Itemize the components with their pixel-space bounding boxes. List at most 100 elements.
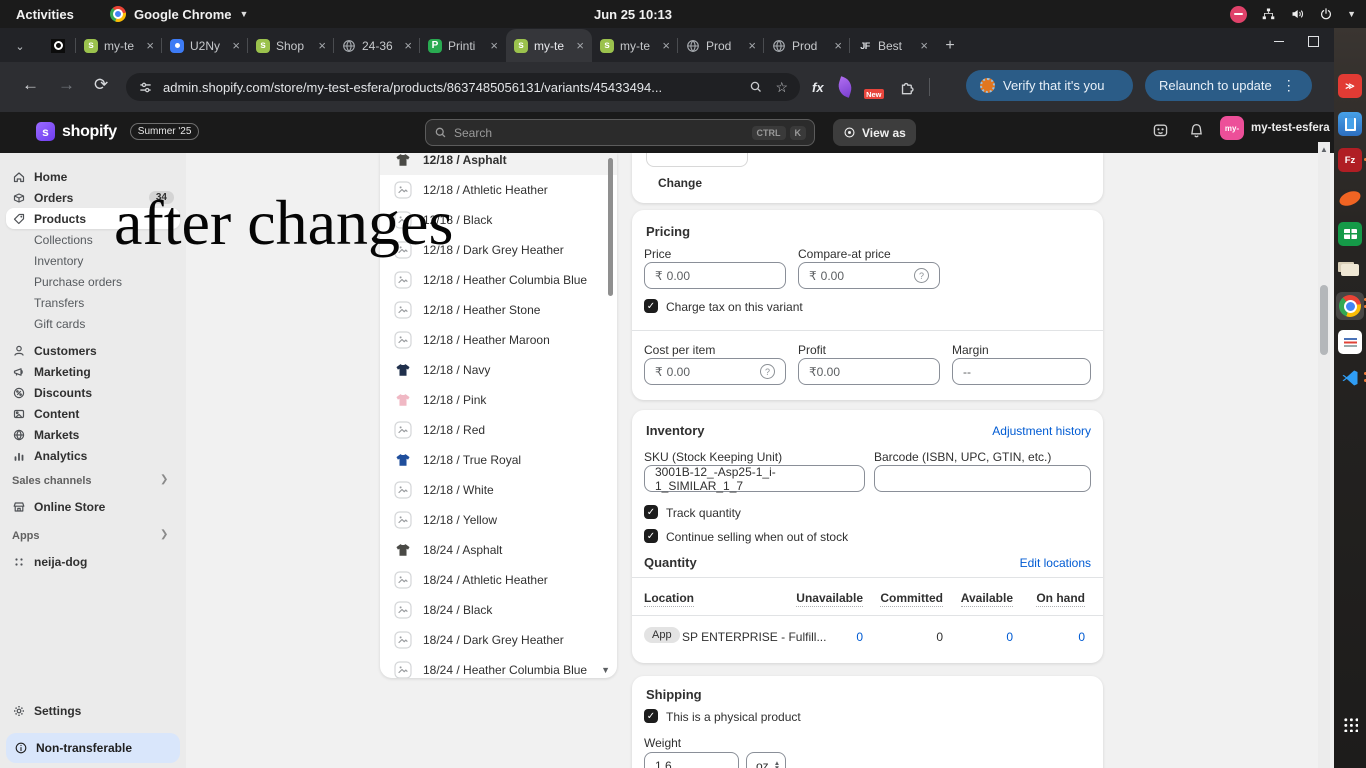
scroll-down-icon[interactable]: ▼ [601,665,610,675]
variant-row[interactable]: 12/18 / Heather Maroon [380,325,617,355]
charge-tax-checkbox[interactable]: ✓ [644,299,658,313]
tab-close-icon[interactable]: × [232,38,240,53]
adjustment-history-link[interactable]: Adjustment history [992,424,1091,438]
browser-tab-my-te[interactable]: smy-te× [506,29,592,62]
back-button[interactable]: ← [22,75,39,95]
orange-app-dock-icon[interactable] [1338,186,1362,210]
variant-row[interactable]: 12/18 / Yellow [380,505,617,535]
feather-extension-icon[interactable] [835,76,854,97]
browser-tab-my-te[interactable]: smy-te× [592,29,678,62]
sidebar-item-content[interactable]: Content [6,403,180,424]
sidebar-item-gift-cards[interactable]: Gift cards [6,313,180,334]
view-as-button[interactable]: View as [833,119,916,146]
sidebar-item-customers[interactable]: Customers [6,340,180,361]
tab-close-icon[interactable]: × [146,38,154,53]
sidebar-item-home[interactable]: Home [6,166,180,187]
writer-dock-icon[interactable] [1338,112,1362,136]
browser-tab-prod[interactable]: Prod× [678,29,764,62]
files-dock-icon[interactable] [1338,258,1362,282]
sidebar-item-transfers[interactable]: Transfers [6,292,180,313]
sidebar-item-settings[interactable]: Settings [6,700,180,721]
system-tray[interactable]: ▼ [1230,6,1356,23]
variant-row[interactable]: 12/18 / Pink [380,385,617,415]
browser-tab-24-36[interactable]: 24-36× [334,29,420,62]
sidebar-item-analytics[interactable]: Analytics [6,445,180,466]
variant-row[interactable]: 18/24 / Dark Grey Heather [380,625,617,655]
physical-product-checkbox[interactable]: ✓ [644,709,658,723]
change-image-button[interactable]: Change [658,176,702,190]
minimize-button[interactable] [1274,41,1284,42]
sales-channels-header[interactable]: Sales channels [12,475,92,487]
store-name[interactable]: my-test-esfera [1251,122,1330,134]
sidebar-item-neija-dog[interactable]: neija-dog [6,551,180,572]
activities-button[interactable]: Activities [16,7,74,22]
tab-close-icon[interactable]: × [576,38,584,53]
restore-button[interactable] [1308,36,1319,47]
help-icon[interactable]: ? [760,364,775,379]
tab-close-icon[interactable]: × [404,38,412,53]
unavailable-value[interactable]: 0 [787,630,863,644]
sidebar-item-markets[interactable]: Markets [6,424,180,445]
tab-close-icon[interactable]: × [318,38,326,53]
browser-tab-pinned[interactable] [40,29,76,62]
chevron-right-icon[interactable]: ❯ [160,474,168,485]
continue-selling-checkbox[interactable]: ✓ [644,529,658,543]
sidebar-item-discounts[interactable]: Discounts [6,382,180,403]
tab-close-icon[interactable]: × [920,38,928,53]
tab-search-button[interactable]: ⌄ [10,36,30,56]
page-scrollbar[interactable]: ▲ [1318,142,1330,768]
red-app-dock-icon[interactable]: ≫ [1338,74,1362,98]
variant-row[interactable]: 12/18 / Red [380,415,617,445]
search-input[interactable]: Search CTRL K [425,119,815,146]
browser-tab-shop[interactable]: sShop× [248,29,334,62]
variant-row[interactable]: 12/18 / Heather Columbia Blue [380,265,617,295]
reload-button[interactable]: ⟳ [94,75,108,95]
variant-row[interactable]: 12/18 / True Royal [380,445,617,475]
active-app-menu[interactable]: Google Chrome ▼ [110,6,248,22]
variant-list-scrollbar[interactable] [608,158,613,296]
scroll-up-icon[interactable]: ▲ [1320,145,1328,154]
compare-at-price-input[interactable]: ₹ 0.00 ? [798,262,940,289]
clock[interactable]: Jun 25 10:13 [594,7,672,22]
committed-column-header[interactable]: Committed [877,591,943,605]
edit-locations-link[interactable]: Edit locations [1020,556,1091,570]
chrome-dock-icon[interactable] [1336,292,1364,320]
weight-input[interactable]: 1.6 [644,752,739,768]
zoom-icon[interactable] [749,80,763,94]
site-info-icon[interactable] [138,80,153,95]
browser-tab-my-te[interactable]: smy-te× [76,29,162,62]
on-hand-value[interactable]: 0 [1027,630,1085,644]
verify-button[interactable]: Verify that it's you [966,70,1133,101]
margin-input[interactable]: -- [952,358,1091,385]
document-viewer-dock-icon[interactable] [1338,330,1362,354]
non-transferable-banner[interactable]: Non-transferable [6,733,180,763]
variant-row[interactable]: 18/24 / Black [380,595,617,625]
variant-row[interactable]: 12/18 / Navy [380,355,617,385]
on-hand-column-header[interactable]: On hand [1027,591,1085,605]
browser-menu-icon[interactable]: ⋮ [1282,77,1296,94]
notifications-bell-icon[interactable] [1188,122,1205,139]
extension-with-new-badge[interactable]: New [866,78,884,96]
shopify-logo[interactable]: s shopify Summer '25 [36,122,199,141]
cost-per-item-input[interactable]: ₹ 0.00 ? [644,358,786,385]
variant-row[interactable]: 18/24 / Asphalt [380,535,617,565]
tab-close-icon[interactable]: × [490,38,498,53]
unavailable-column-header[interactable]: Unavailable [787,591,863,605]
bookmark-star-icon[interactable]: ☆ [775,79,788,96]
inbox-chat-icon[interactable] [1152,122,1169,139]
variant-row[interactable]: 12/18 / White [380,475,617,505]
browser-tab-u2ny[interactable]: U2Ny× [162,29,248,62]
url-text[interactable]: admin.shopify.com/store/my-test-esfera/p… [163,80,749,95]
price-input[interactable]: ₹ 0.00 [644,262,786,289]
scrollbar-thumb[interactable] [1320,285,1328,355]
track-quantity-checkbox[interactable]: ✓ [644,505,658,519]
extensions-puzzle-icon[interactable] [898,79,915,96]
help-icon[interactable]: ? [914,268,929,283]
browser-tab-best[interactable]: JFBest× [850,29,936,62]
apps-header[interactable]: Apps [12,530,40,542]
forward-button[interactable]: → [58,75,75,95]
browser-tab-prod[interactable]: Prod× [764,29,850,62]
vscode-dock-icon[interactable] [1338,366,1362,390]
variant-row[interactable]: 12/18 / Asphalt [380,153,617,175]
available-value[interactable]: 0 [952,630,1013,644]
